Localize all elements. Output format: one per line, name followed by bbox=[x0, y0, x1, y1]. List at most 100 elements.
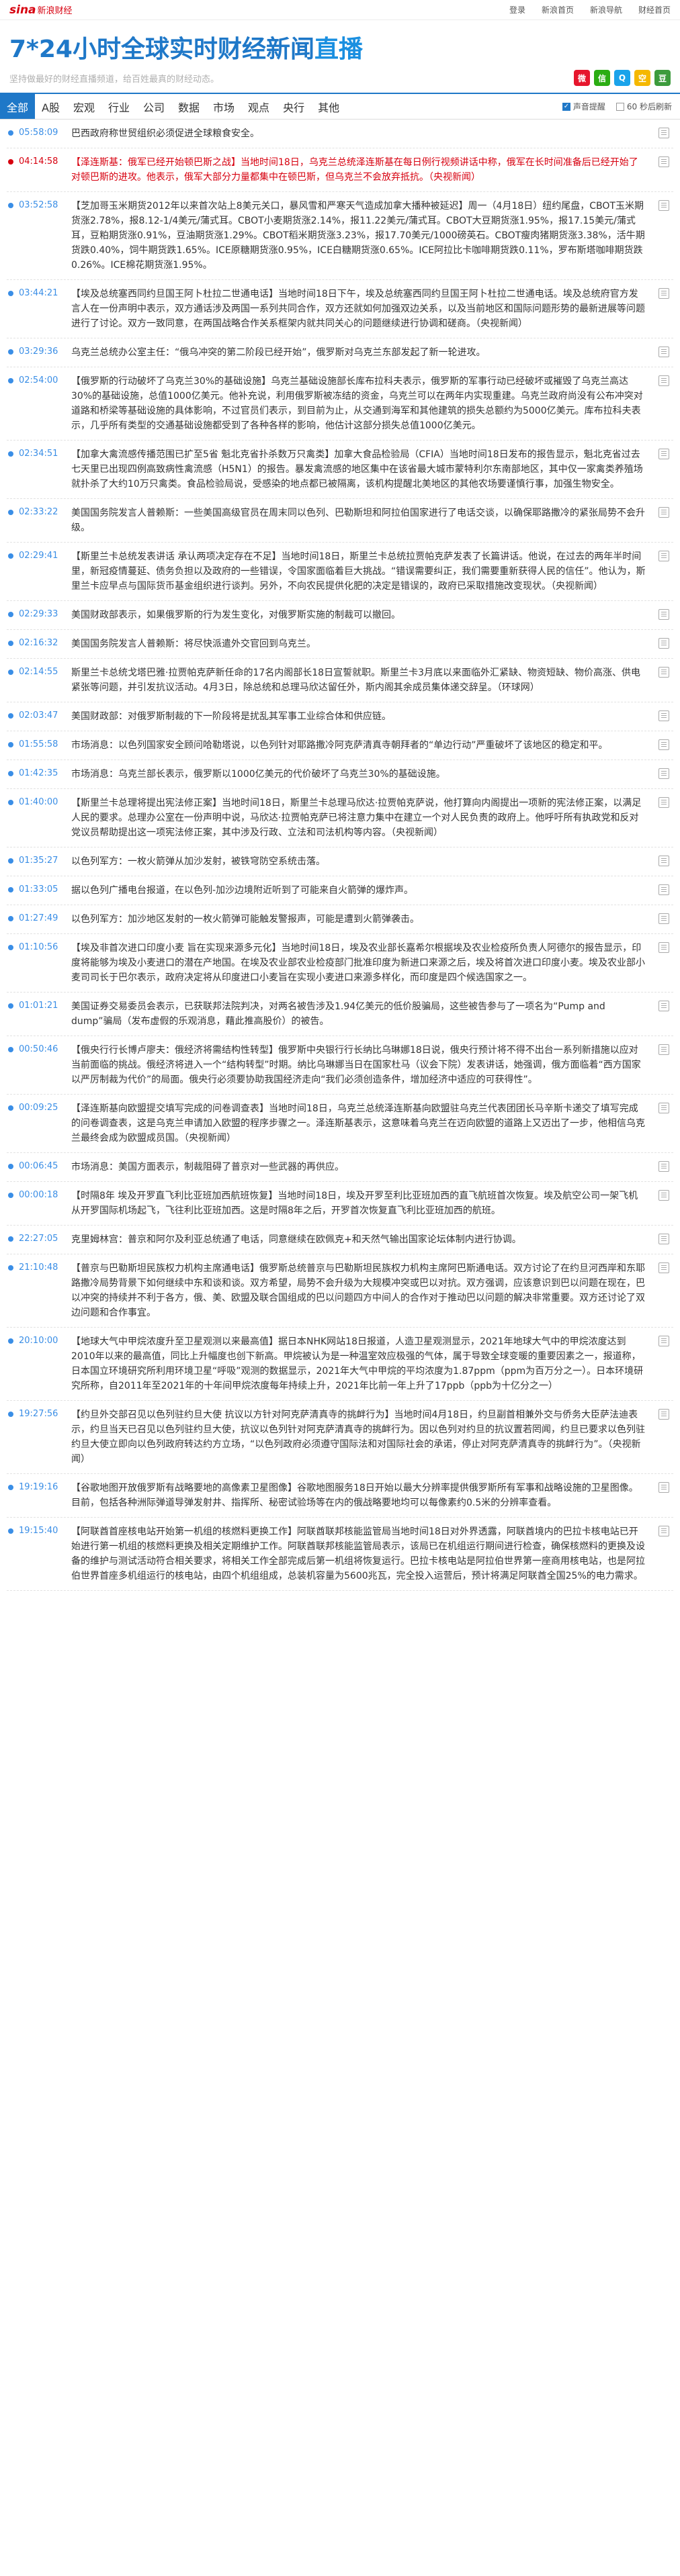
tab-0[interactable]: 全部 bbox=[0, 94, 36, 119]
tab-8[interactable]: 央行 bbox=[276, 94, 311, 119]
copy-icon[interactable] bbox=[658, 156, 669, 167]
feed-item: 19:27:56 【约旦外交部召见以色列驻约旦大使 抗议以方针对阿克萨清真寺的挑衅… bbox=[7, 1401, 673, 1474]
copy-icon[interactable] bbox=[658, 128, 669, 138]
copy-icon[interactable] bbox=[658, 1482, 669, 1493]
bullet-icon bbox=[8, 713, 13, 719]
copy-icon[interactable] bbox=[658, 1103, 669, 1113]
bullet-icon bbox=[8, 1193, 13, 1198]
tab-3[interactable]: 行业 bbox=[101, 94, 136, 119]
copy-icon[interactable] bbox=[658, 1336, 669, 1346]
tab-2[interactable]: 宏观 bbox=[67, 94, 101, 119]
copy-icon[interactable] bbox=[658, 913, 669, 924]
sound-label: 声音提醒 bbox=[572, 102, 605, 111]
title-highlight: 直播 bbox=[314, 36, 363, 63]
douban-icon[interactable]: 豆 bbox=[654, 70, 671, 86]
feed-time: 01:55:58 bbox=[19, 739, 58, 749]
weibo-icon[interactable]: 微 bbox=[574, 70, 590, 86]
copy-icon[interactable] bbox=[658, 1044, 669, 1055]
bullet-icon bbox=[8, 349, 13, 355]
tab-6[interactable]: 市场 bbox=[206, 94, 241, 119]
copy-icon[interactable] bbox=[658, 1409, 669, 1420]
feed-time: 00:00:18 bbox=[19, 1190, 58, 1200]
tab-7[interactable]: 观点 bbox=[241, 94, 276, 119]
tab-9[interactable]: 其他 bbox=[311, 94, 346, 119]
feed-time: 01:01:21 bbox=[19, 1001, 58, 1011]
feed-time: 02:33:22 bbox=[19, 507, 58, 517]
sina-home-link[interactable]: 新浪首页 bbox=[542, 4, 574, 15]
copy-icon[interactable] bbox=[658, 884, 669, 895]
copy-icon[interactable] bbox=[658, 1262, 669, 1273]
auto-refresh-toggle[interactable]: 60 秒后刷新 bbox=[615, 101, 672, 112]
finance-home-link[interactable]: 财经首页 bbox=[638, 4, 671, 15]
bullet-icon bbox=[8, 553, 13, 559]
feed-item: 00:06:45 市场消息：美国方面表示，制裁阻碍了普京对一些武器的再供应。 bbox=[7, 1153, 673, 1182]
bullet-icon bbox=[8, 1485, 13, 1490]
feed-item: 01:27:49 以色列军方：加沙地区发射的一枚火箭弹可能触发警报声，可能是遭到火… bbox=[7, 905, 673, 934]
feed-text: 【埃及总统塞西同约旦国王阿卜杜拉二世通电话】当地时间18日下午，埃及总统塞西同约… bbox=[71, 289, 645, 329]
site-logo[interactable]: sina 新浪财经 bbox=[9, 3, 73, 17]
bullet-icon bbox=[8, 130, 13, 136]
copy-icon[interactable] bbox=[658, 768, 669, 779]
copy-icon[interactable] bbox=[658, 507, 669, 518]
copy-icon[interactable] bbox=[658, 288, 669, 299]
qq-icon[interactable]: Q bbox=[614, 70, 630, 86]
copy-icon[interactable] bbox=[658, 347, 669, 357]
feed-text: 美国财政部：对俄罗斯制裁的下一阶段将是扰乱其军事工业综合体和供应链。 bbox=[71, 711, 391, 722]
feed-text: 【时隔8年 埃及开罗直飞利比亚班加西航班恢复】当地时间18日，埃及开罗至利比亚班… bbox=[71, 1191, 638, 1216]
copy-icon[interactable] bbox=[658, 375, 669, 386]
copy-icon[interactable] bbox=[658, 609, 669, 620]
bullet-icon bbox=[8, 1265, 13, 1271]
feed-text: 【泽连斯基：俄军已经开始顿巴斯之战】当地时间18日，乌克兰总统泽连斯基在每日例行… bbox=[71, 157, 638, 183]
feed-text: 【斯里兰卡总理将提出宪法修正案】当地时间18日，斯里兰卡总理马欣达·拉贾帕克萨说… bbox=[71, 798, 642, 838]
feed-time: 01:33:05 bbox=[19, 884, 58, 894]
copy-icon[interactable] bbox=[658, 710, 669, 721]
copy-icon[interactable] bbox=[658, 856, 669, 866]
feed-time: 00:09:25 bbox=[19, 1103, 58, 1113]
qzone-icon[interactable]: 空 bbox=[634, 70, 650, 86]
sina-nav-link[interactable]: 新浪导航 bbox=[590, 4, 622, 15]
feed-text: 克里姆林宫：普京和阿尔及利亚总统通了电话，同意继续在欧佩克+和天然气输出国家论坛… bbox=[71, 1234, 521, 1245]
login-link[interactable]: 登录 bbox=[509, 4, 525, 15]
copy-icon[interactable] bbox=[658, 200, 669, 211]
copy-icon[interactable] bbox=[658, 1001, 669, 1011]
feed-item: 04:14:58 【泽连斯基：俄军已经开始顿巴斯之战】当地时间18日，乌克兰总统泽… bbox=[7, 148, 673, 192]
feed-item: 02:29:33 美国财政部表示，如果俄罗斯的行为发生变化，对俄罗斯实施的制裁可以… bbox=[7, 601, 673, 630]
feed-text: 【加拿大禽流感传播范围已扩至5省 魁北克省扑杀数万只禽类】加拿大食品检验局（CF… bbox=[71, 449, 643, 490]
copy-icon[interactable] bbox=[658, 638, 669, 649]
bullet-icon bbox=[8, 945, 13, 950]
feed-item: 02:33:22 美国国务院发言人普赖斯：一些美国高级官员在周末同以色列、巴勒斯坦… bbox=[7, 499, 673, 543]
feed-time: 19:27:56 bbox=[19, 1409, 58, 1419]
copy-icon[interactable] bbox=[658, 1526, 669, 1536]
wechat-icon[interactable]: 信 bbox=[594, 70, 610, 86]
feed-item: 01:01:21 美国证券交易委员会表示，已获联邦法院判决，对两名被告涉及1.94… bbox=[7, 993, 673, 1036]
feed-time: 21:10:48 bbox=[19, 1262, 58, 1273]
sound-alert-toggle[interactable]: ✓ 声音提醒 bbox=[562, 101, 605, 112]
sound-checkbox[interactable]: ✓ bbox=[562, 102, 570, 111]
bullet-icon bbox=[8, 887, 13, 892]
feed-text: 美国国务院发言人普赖斯：将尽快派遣外交官回到乌克兰。 bbox=[71, 639, 316, 649]
logo-subtitle: 新浪财经 bbox=[37, 5, 73, 16]
tab-5[interactable]: 数据 bbox=[171, 94, 206, 119]
copy-icon[interactable] bbox=[658, 551, 669, 561]
feed-item: 19:19:16 【谷歌地图开放俄罗斯有战略要地的高像素卫星图像】谷歌地图服务18… bbox=[7, 1474, 673, 1518]
nav-options: ✓ 声音提醒 60 秒后刷新 bbox=[562, 101, 672, 112]
copy-icon[interactable] bbox=[658, 449, 669, 459]
copy-icon[interactable] bbox=[658, 667, 669, 678]
tab-1[interactable]: A股 bbox=[35, 94, 67, 119]
bullet-icon bbox=[8, 1003, 13, 1009]
refresh-checkbox[interactable] bbox=[615, 102, 624, 111]
copy-icon[interactable] bbox=[658, 1190, 669, 1201]
copy-icon[interactable] bbox=[658, 797, 669, 808]
slogan: 坚持做最好的财经直播频道，给百姓最真的财经动态。 bbox=[9, 74, 220, 85]
bullet-icon bbox=[8, 291, 13, 296]
copy-icon[interactable] bbox=[658, 942, 669, 953]
feed-time: 02:54:00 bbox=[19, 375, 58, 385]
tab-4[interactable]: 公司 bbox=[136, 94, 171, 119]
feed-time: 02:03:47 bbox=[19, 710, 58, 721]
feed-time: 20:10:00 bbox=[19, 1336, 58, 1346]
copy-icon[interactable] bbox=[658, 1161, 669, 1172]
copy-icon[interactable] bbox=[658, 739, 669, 750]
bullet-icon bbox=[8, 800, 13, 805]
feed-item: 01:42:35 市场消息：乌克兰部长表示，俄罗斯以1000亿美元的代价破坏了乌克… bbox=[7, 760, 673, 789]
copy-icon[interactable] bbox=[658, 1234, 669, 1244]
